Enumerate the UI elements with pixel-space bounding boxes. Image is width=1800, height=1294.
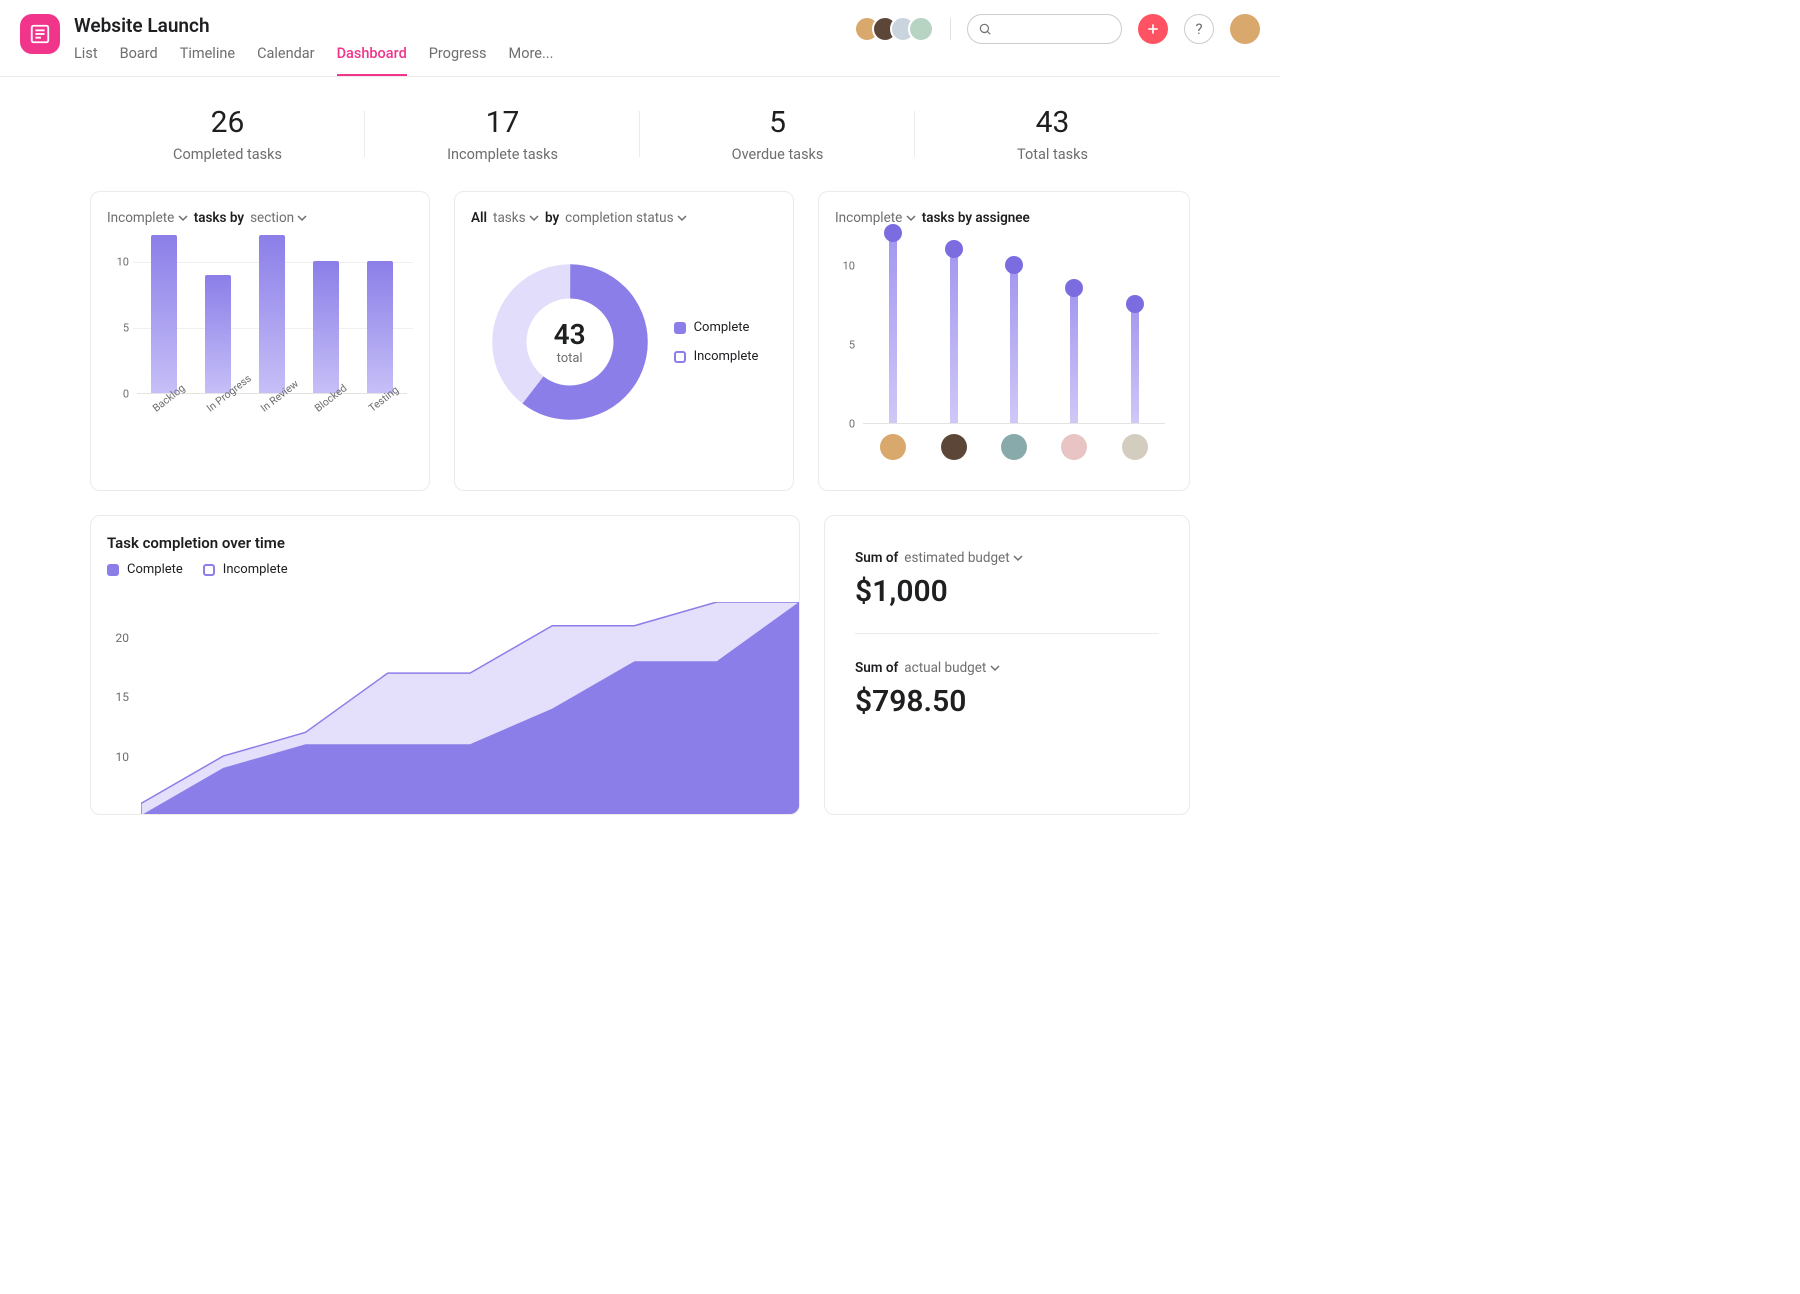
tasks-dropdown[interactable]: tasks [493, 210, 539, 226]
bar-chart: 0510BacklogIn ProgressIn ReviewBlockedTe… [107, 236, 413, 436]
tab-timeline[interactable]: Timeline [180, 45, 235, 76]
project-icon [20, 14, 60, 54]
tab-bar: List Board Timeline Calendar Dashboard P… [74, 45, 553, 76]
plus-icon [1145, 21, 1161, 37]
chevron-down-icon [990, 660, 1000, 676]
card-tasks-by-section: Incomplete tasks by section 0510BacklogI… [90, 191, 430, 491]
legend-swatch [674, 351, 686, 363]
budget-field-dropdown[interactable]: estimated budget [904, 550, 1023, 566]
stat-completed: 26 Completed tasks [90, 105, 365, 163]
budget-field-dropdown[interactable]: actual budget [904, 660, 999, 676]
tab-dashboard[interactable]: Dashboard [337, 45, 407, 76]
chevron-down-icon [906, 210, 916, 226]
chevron-down-icon [677, 210, 687, 226]
tab-progress[interactable]: Progress [429, 45, 487, 76]
search-input[interactable] [967, 14, 1122, 44]
chevron-down-icon [297, 210, 307, 226]
project-members[interactable] [854, 16, 934, 42]
legend-swatch [674, 322, 686, 334]
card-budget: Sum of estimated budget $1,000 Sum of ac… [824, 515, 1190, 815]
estimated-budget-value: $1,000 [855, 574, 1159, 609]
card-completion-status: All tasks by completion status 43 total … [454, 191, 794, 491]
stats-row: 26 Completed tasks 17 Incomplete tasks 5… [90, 105, 1190, 163]
legend-swatch [107, 564, 119, 576]
help-button[interactable]: ? [1184, 14, 1214, 44]
area-legend: Complete Incomplete [107, 562, 783, 577]
scope-dropdown[interactable]: Incomplete [835, 210, 916, 226]
divider [950, 18, 951, 40]
card-completion-over-time: Task completion over time Complete Incom… [90, 515, 800, 815]
legend-swatch [203, 564, 215, 576]
stat-overdue: 5 Overdue tasks [640, 105, 915, 163]
chevron-down-icon [529, 210, 539, 226]
area-chart [141, 602, 799, 815]
tab-more[interactable]: More... [509, 45, 554, 76]
stat-incomplete: 17 Incomplete tasks [365, 105, 640, 163]
stat-total: 43 Total tasks [915, 105, 1190, 163]
group-dropdown[interactable]: section [250, 210, 307, 226]
search-icon [978, 22, 992, 36]
lollipop-chart: 0510 [835, 234, 1173, 464]
tab-list[interactable]: List [74, 45, 98, 76]
project-title: Website Launch [74, 14, 553, 37]
member-avatar[interactable] [908, 16, 934, 42]
chevron-down-icon [1013, 550, 1023, 566]
app-header: Website Launch List Board Timeline Calen… [0, 0, 1280, 77]
donut-legend: Complete Incomplete [674, 320, 759, 364]
dashboard-content: 26 Completed tasks 17 Incomplete tasks 5… [0, 77, 1280, 855]
card-tasks-by-assignee: Incomplete tasks by assignee 0510 [818, 191, 1190, 491]
actual-budget-value: $798.50 [855, 684, 1159, 719]
by-dropdown[interactable]: completion status [565, 210, 687, 226]
tab-board[interactable]: Board [120, 45, 158, 76]
donut-chart: 43 total [490, 262, 650, 422]
chevron-down-icon [178, 210, 188, 226]
scope-dropdown[interactable]: Incomplete [107, 210, 188, 226]
tab-calendar[interactable]: Calendar [257, 45, 315, 76]
add-button[interactable] [1138, 14, 1168, 44]
profile-avatar[interactable] [1230, 14, 1260, 44]
